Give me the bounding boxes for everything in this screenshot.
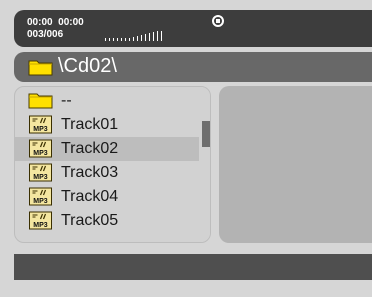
- level-bar: [109, 38, 110, 41]
- list-item[interactable]: MP3 Track01: [15, 113, 199, 137]
- track-counter: 003/006: [27, 29, 64, 40]
- mp3-file-icon: MP3: [29, 163, 52, 182]
- level-meter: [105, 31, 195, 41]
- stop-icon[interactable]: [212, 15, 224, 27]
- list-item-label: Track05: [61, 212, 119, 229]
- level-bar: [133, 37, 134, 41]
- info-bar: [14, 254, 372, 280]
- level-bar: [141, 35, 142, 41]
- player-screen: 00:00 00:00 003/006 \Cd02\ -- MP3 Track01 M…: [0, 0, 372, 297]
- level-bar: [105, 38, 106, 41]
- time-display: 00:00 00:00: [27, 17, 84, 28]
- level-bar: [161, 31, 162, 41]
- scroll-thumb[interactable]: [202, 121, 210, 147]
- folder-row[interactable]: --: [15, 89, 199, 113]
- total-time: 00:00: [58, 17, 84, 28]
- level-bar: [157, 31, 158, 41]
- list-item[interactable]: MP3 Track03: [15, 161, 199, 185]
- level-bar: [153, 32, 154, 41]
- level-bar: [149, 33, 150, 41]
- mp3-file-icon: MP3: [29, 115, 52, 134]
- scrollbar[interactable]: [201, 87, 210, 242]
- path-bar: \Cd02\: [14, 52, 372, 82]
- list-item-label: Track01: [61, 116, 119, 133]
- folder-icon: [28, 60, 53, 76]
- list-item[interactable]: MP3 Track05: [15, 209, 199, 233]
- mp3-file-icon: MP3: [29, 211, 52, 230]
- list-item[interactable]: MP3 Track04: [15, 185, 199, 209]
- mp3-file-icon: MP3: [29, 187, 52, 206]
- list-item-label: --: [61, 92, 72, 109]
- level-bar: [117, 38, 118, 41]
- level-bar: [113, 38, 114, 41]
- elapsed-time: 00:00: [27, 17, 53, 28]
- level-bar: [137, 36, 138, 41]
- svg-text:MP3: MP3: [33, 126, 48, 133]
- list-item[interactable]: MP3 Track02: [15, 137, 199, 161]
- level-bar: [121, 38, 122, 41]
- list-item-label: Track04: [61, 188, 119, 205]
- current-path: \Cd02\: [58, 55, 117, 77]
- svg-text:MP3: MP3: [33, 198, 48, 205]
- level-bar: [145, 34, 146, 41]
- preview-panel: [219, 86, 372, 243]
- folder-icon: [28, 93, 53, 109]
- list-item-label: Track03: [61, 164, 119, 181]
- level-bar: [129, 38, 130, 41]
- mp3-file-icon: MP3: [29, 139, 52, 158]
- svg-text:MP3: MP3: [33, 174, 48, 181]
- level-bar: [125, 38, 126, 41]
- list-item-label: Track02: [61, 140, 119, 157]
- status-bar: 00:00 00:00 003/006: [14, 10, 372, 47]
- svg-text:MP3: MP3: [33, 222, 48, 229]
- file-list-panel: -- MP3 Track01 MP3 Track02 MP3 Track03 MP3 Track…: [14, 86, 211, 243]
- svg-text:MP3: MP3: [33, 150, 48, 157]
